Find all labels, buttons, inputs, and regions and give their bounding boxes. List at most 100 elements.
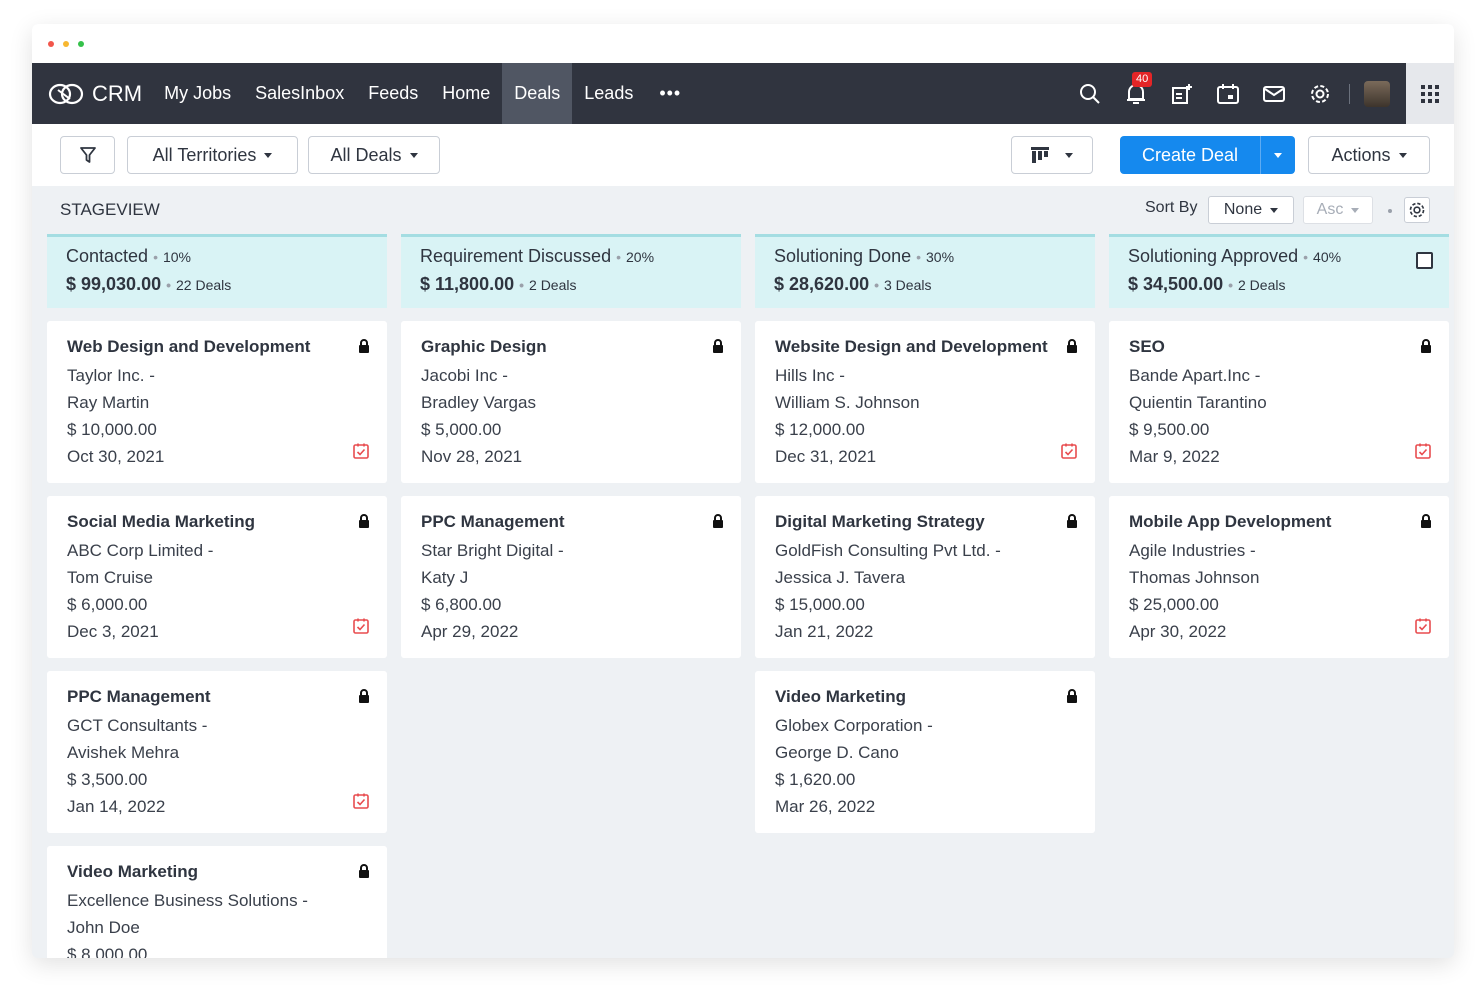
stage-header: Contacted • 10% $ 99,030.00 • 22 Deals <box>47 234 387 308</box>
deal-contact: William S. Johnson <box>775 393 920 412</box>
task-icon[interactable] <box>352 792 370 815</box>
deal-name[interactable]: PPC Management <box>67 686 367 708</box>
deal-contact: George D. Cano <box>775 743 899 762</box>
deal-name[interactable]: Digital Marketing Strategy <box>775 511 1075 533</box>
deal-company: Agile Industries - <box>1129 541 1256 560</box>
nav-salesinbox[interactable]: SalesInbox <box>243 63 356 124</box>
stage-name: Contacted <box>66 246 149 266</box>
stageview-bar: STAGEVIEW Sort By None Asc <box>32 186 1454 232</box>
kanban-view-icon <box>1031 147 1049 163</box>
deal-closing-date: Mar 26, 2022 <box>775 797 876 816</box>
deal-company: ABC Corp Limited - <box>67 541 214 560</box>
calendar-button[interactable] <box>1205 63 1251 124</box>
deal-company: Excellence Business Solutions - <box>67 891 308 910</box>
separator-dot: • <box>153 249 158 265</box>
deal-closing-date: Dec 31, 2021 <box>775 447 877 466</box>
settings-button[interactable] <box>1297 63 1343 124</box>
nav-deals[interactable]: Deals <box>502 63 573 124</box>
task-icon[interactable] <box>352 617 370 640</box>
crm-window: CRM My Jobs SalesInbox Feeds Home Deals … <box>32 24 1454 958</box>
task-icon[interactable] <box>1060 442 1078 465</box>
deal-name[interactable]: Website Design and Development <box>775 336 1075 358</box>
apps-menu-button[interactable] <box>1406 63 1454 124</box>
deal-name[interactable]: Graphic Design <box>421 336 721 358</box>
separator-dot <box>1388 209 1392 213</box>
add-record-icon <box>1172 83 1192 104</box>
deal-contact: Katy J <box>421 568 469 587</box>
deal-closing-date: Nov 28, 2021 <box>421 447 523 466</box>
deal-card[interactable]: Social Media Marketing ABC Corp Limited -… <box>47 496 387 658</box>
create-deal-options-button[interactable] <box>1260 136 1295 174</box>
search-button[interactable] <box>1067 63 1113 124</box>
create-deal-button[interactable]: Create Deal <box>1120 136 1260 174</box>
deal-contact: Bradley Vargas <box>421 393 536 412</box>
stage-header: Solutioning Approved • 40% $ 34,500.00 • 2 De… <box>1109 234 1449 308</box>
deal-card[interactable]: Digital Marketing Strategy GoldFish Consu… <box>755 496 1095 658</box>
notifications-button[interactable]: 40 <box>1113 63 1159 124</box>
gear-icon <box>1409 202 1425 218</box>
lock-icon <box>1066 339 1078 359</box>
deal-card[interactable]: Web Design and Development Taylor Inc. - R… <box>47 321 387 483</box>
separator-dot: • <box>616 249 621 265</box>
deal-amount: $ 8,000.00 <box>67 945 148 958</box>
select-stage-checkbox[interactable] <box>1416 252 1433 269</box>
nav-feeds[interactable]: Feeds <box>356 63 430 124</box>
chevron-down-icon <box>1398 152 1407 158</box>
deal-amount: $ 6,800.00 <box>421 595 502 614</box>
nav-home[interactable]: Home <box>430 63 502 124</box>
view-switcher-dropdown[interactable] <box>1011 136 1093 174</box>
task-icon[interactable] <box>1414 617 1432 640</box>
deals-view-dropdown[interactable]: All Deals <box>308 136 440 174</box>
crm-logo[interactable]: CRM <box>48 81 142 107</box>
user-avatar[interactable] <box>1364 80 1390 107</box>
create-new-button[interactable] <box>1159 63 1205 124</box>
close-window-dot[interactable] <box>48 41 54 47</box>
deal-card[interactable]: Mobile App Development Agile Industries -… <box>1109 496 1449 658</box>
task-icon[interactable] <box>352 442 370 465</box>
deal-card[interactable]: Video Marketing Globex Corporation - Georg… <box>755 671 1095 833</box>
deal-card[interactable]: Website Design and Development Hills Inc … <box>755 321 1095 483</box>
deal-contact: Ray Martin <box>67 393 150 412</box>
deal-card[interactable]: Video Marketing Excellence Business Solut… <box>47 846 387 958</box>
brand-name: CRM <box>92 80 143 106</box>
deal-name[interactable]: Web Design and Development <box>67 336 367 358</box>
deal-contact: Tom Cruise <box>67 568 153 587</box>
deal-card[interactable]: PPC Management GCT Consultants - Avishek M… <box>47 671 387 833</box>
task-icon[interactable] <box>1414 442 1432 465</box>
stage-name: Requirement Discussed <box>420 246 612 266</box>
create-deal-button-group: Create Deal <box>1120 136 1295 174</box>
lock-icon <box>1066 689 1078 709</box>
chevron-down-icon <box>1351 207 1360 213</box>
nav-leads[interactable]: Leads <box>572 63 645 124</box>
nav-right-tools: 40 <box>1067 63 1454 124</box>
deal-name[interactable]: Mobile App Development <box>1129 511 1429 533</box>
deal-name[interactable]: Social Media Marketing <box>67 511 367 533</box>
deal-company: Star Bright Digital - <box>421 541 564 560</box>
deal-company: Jacobi Inc - <box>421 366 508 385</box>
filter-button[interactable] <box>60 136 115 174</box>
lock-icon <box>1066 514 1078 534</box>
deal-name[interactable]: Video Marketing <box>775 686 1075 708</box>
territories-dropdown[interactable]: All Territories <box>127 136 298 174</box>
deal-company: GCT Consultants - <box>67 716 208 735</box>
deal-card[interactable]: SEO Bande Apart.Inc - Quientin Tarantino $ … <box>1109 321 1449 483</box>
nav-my-jobs[interactable]: My Jobs <box>152 63 243 124</box>
sort-field-select[interactable]: None <box>1208 196 1294 224</box>
minimize-window-dot[interactable] <box>63 41 69 47</box>
deal-card[interactable]: Graphic Design Jacobi Inc - Bradley Vargas… <box>401 321 741 483</box>
lock-icon <box>358 689 370 709</box>
deal-amount: $ 1,620.00 <box>775 770 856 789</box>
deal-name[interactable]: PPC Management <box>421 511 721 533</box>
sort-order-select[interactable]: Asc <box>1303 196 1373 224</box>
deal-name[interactable]: Video Marketing <box>67 861 367 883</box>
deal-name[interactable]: SEO <box>1129 336 1429 358</box>
sort-by-label: Sort By <box>1145 199 1198 216</box>
nav-separator <box>1349 83 1350 104</box>
actions-dropdown[interactable]: Actions <box>1308 136 1430 174</box>
deal-card[interactable]: PPC Management Star Bright Digital - Katy … <box>401 496 741 658</box>
nav-more-button[interactable]: ••• <box>645 63 695 124</box>
maximize-window-dot[interactable] <box>78 41 84 47</box>
stageview-settings-button[interactable] <box>1404 197 1430 223</box>
stage-name: Solutioning Approved <box>1128 246 1299 266</box>
mail-button[interactable] <box>1251 63 1297 124</box>
